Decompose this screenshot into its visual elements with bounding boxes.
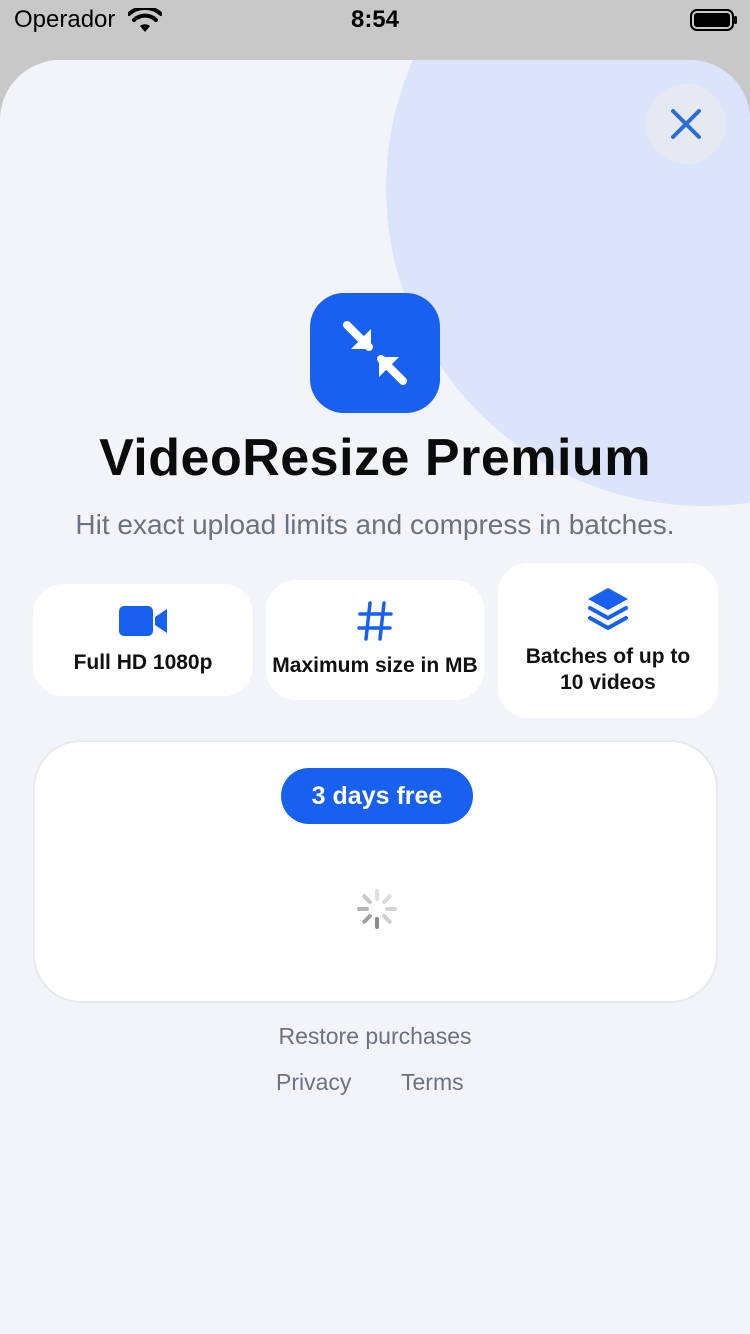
status-bar: Operador 8:54 [0, 0, 750, 40]
feature-label: Maximum size in MB [272, 654, 478, 677]
close-icon [671, 109, 701, 139]
privacy-link[interactable]: Privacy [276, 1069, 351, 1096]
feature-card-batches: Batches of up to 10 videos [498, 563, 718, 718]
pricing-panel: 3 days free [33, 740, 718, 1003]
terms-link[interactable]: Terms [401, 1069, 464, 1096]
feature-card-max-size: Maximum size in MB [266, 580, 484, 700]
feature-label: Full HD 1080p [73, 651, 213, 674]
feature-card-full-hd: Full HD 1080p [33, 584, 253, 696]
loading-spinner-icon [357, 889, 397, 929]
restore-purchases-link[interactable]: Restore purchases [0, 1023, 750, 1050]
battery-icon [690, 9, 737, 31]
app-logo [310, 293, 440, 413]
feature-label: Batches of up to 10 videos [525, 644, 691, 694]
compress-arrows-icon [343, 321, 407, 385]
page-title: VideoResize Premium [99, 429, 651, 487]
clock: 8:54 [350, 6, 400, 33]
hashtag-icon [357, 601, 393, 641]
video-camera-icon [119, 606, 167, 636]
page-subtitle: Hit exact upload limits and compress in … [75, 509, 675, 540]
close-button[interactable] [646, 84, 726, 164]
paywall-sheet: VideoResize Premium Hit exact upload lim… [0, 60, 750, 1334]
trial-badge: 3 days free [281, 768, 473, 824]
layers-stack-icon [588, 587, 628, 630]
